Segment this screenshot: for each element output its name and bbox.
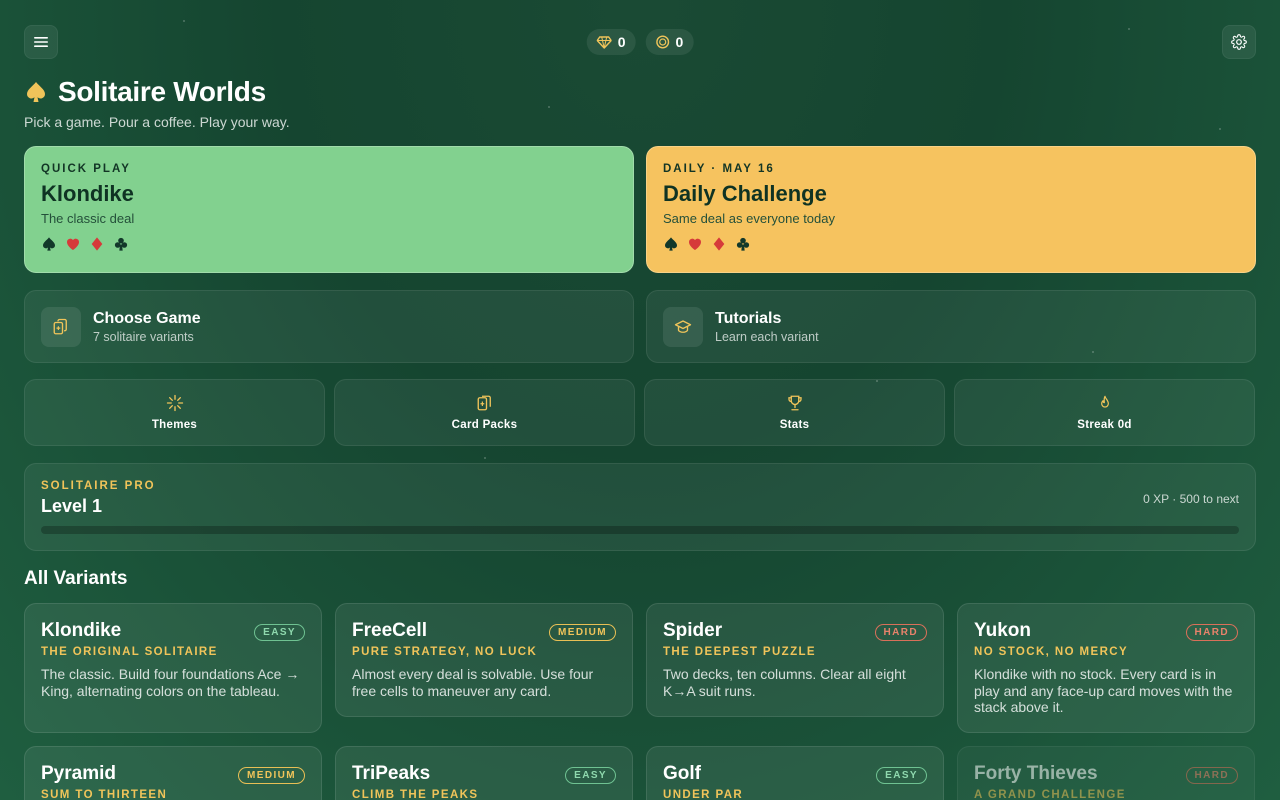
- sparkle-icon: [166, 394, 183, 412]
- cards-icon: [53, 318, 67, 334]
- daily-subtitle: Same deal as everyone today: [663, 211, 835, 226]
- variant-card-tripeaks[interactable]: TriPeaks CLIMB THE PEAKS EASY: [335, 746, 633, 800]
- suit-row: [663, 236, 1239, 252]
- difficulty-badge: HARD: [1185, 624, 1238, 641]
- xp-text: 0 XP · 500 to next: [1143, 492, 1239, 506]
- settings-button[interactable]: [1222, 25, 1256, 59]
- streak-label: Streak 0d: [1077, 419, 1132, 431]
- top-bar: 0 0: [24, 25, 1256, 59]
- gear-icon: [1231, 34, 1247, 50]
- tutorials-button[interactable]: Tutorials Learn each variant: [646, 290, 1256, 363]
- difficulty-badge: HARD: [1185, 767, 1238, 784]
- choose-game-subtitle: 7 solitaire variants: [93, 329, 194, 344]
- page-subtitle: Pick a game. Pour a coffee. Play your wa…: [24, 114, 290, 130]
- gems-counter[interactable]: 0: [586, 29, 636, 55]
- diamond-suit-icon: [91, 237, 103, 251]
- themes-label: Themes: [151, 419, 198, 431]
- diamond-icon: [596, 35, 612, 49]
- variant-tagline: NO STOCK, NO MERCY: [974, 646, 1129, 658]
- quick-play-card[interactable]: QUICK PLAY Klondike The classic deal: [24, 146, 634, 273]
- xp-progress-bar: [41, 526, 1239, 534]
- section-title-all-variants: All Variants: [24, 568, 128, 589]
- variant-card-klondike[interactable]: Klondike THE ORIGINAL SOLITAIRE The clas…: [24, 603, 322, 733]
- heart-icon: [67, 238, 79, 250]
- card-packs-icon: [477, 395, 491, 411]
- pro-level-card: SOLITAIRE PRO Level 1 0 XP · 500 to next: [24, 463, 1256, 551]
- suit-row: [41, 236, 617, 252]
- background-speck: [548, 106, 550, 108]
- club-icon: [736, 237, 750, 251]
- coin-icon: [655, 35, 670, 49]
- tutorials-icon-box: [663, 306, 703, 347]
- spade-icon: [27, 82, 45, 102]
- currency-group: 0 0: [586, 29, 694, 55]
- graduation-cap-icon: [674, 319, 692, 333]
- trophy-icon: [787, 395, 802, 411]
- stats-button[interactable]: Stats: [644, 379, 945, 446]
- tutorials-title: Tutorials: [715, 309, 782, 327]
- coins-counter[interactable]: 0: [645, 29, 694, 55]
- variant-card-spider[interactable]: Spider THE DEEPEST PUZZLE Two decks, ten…: [646, 603, 944, 717]
- page-header: Solitaire Worlds Pick a game. Pour a cof…: [24, 76, 290, 130]
- menu-button[interactable]: [24, 25, 58, 59]
- daily-title: Daily Challenge: [663, 181, 827, 206]
- card-packs-button[interactable]: Card Packs: [334, 379, 635, 446]
- quick-play-title: Klondike: [41, 181, 134, 206]
- choose-game-icon-box: [41, 306, 81, 347]
- diamond-suit-icon: [713, 237, 725, 251]
- variant-tagline: THE DEEPEST PUZZLE: [663, 646, 816, 658]
- hamburger-menu-icon: [34, 37, 48, 47]
- choose-game-title: Choose Game: [93, 309, 201, 327]
- stats-label: Stats: [779, 419, 810, 431]
- quick-play-subtitle: The classic deal: [41, 211, 135, 226]
- background-speck: [183, 20, 185, 22]
- coins-count: 0: [675, 34, 684, 50]
- variant-tagline: UNDER PAR: [663, 789, 744, 800]
- daily-challenge-card[interactable]: DAILY · MAY 16 Daily Challenge Same deal…: [646, 146, 1256, 273]
- difficulty-badge: EASY: [254, 624, 305, 641]
- variant-description: Almost every deal is solvable. Use four …: [352, 666, 594, 699]
- card-packs-label: Card Packs: [451, 419, 518, 431]
- pro-level: Level 1: [41, 496, 103, 516]
- choose-game-button[interactable]: Choose Game 7 solitaire variants: [24, 290, 634, 363]
- difficulty-badge: EASY: [876, 767, 927, 784]
- variant-tagline: PURE STRATEGY, NO LUCK: [352, 646, 538, 658]
- variant-tagline: SUM TO THIRTEEN: [41, 789, 168, 800]
- flame-icon: [1100, 395, 1109, 408]
- variant-tagline: A GRAND CHALLENGE: [974, 789, 1126, 800]
- themes-button[interactable]: Themes: [24, 379, 325, 446]
- background-speck: [1219, 128, 1221, 130]
- pro-kicker: SOLITAIRE PRO: [41, 480, 156, 492]
- club-icon: [114, 237, 128, 251]
- heart-icon: [689, 238, 701, 250]
- variant-card-pyramid[interactable]: Pyramid SUM TO THIRTEEN MEDIUM: [24, 746, 322, 800]
- difficulty-badge: MEDIUM: [549, 624, 616, 641]
- difficulty-badge: HARD: [874, 624, 927, 641]
- variant-description: The classic. Build four foundations Ace …: [41, 666, 300, 699]
- difficulty-badge: EASY: [565, 767, 616, 784]
- tutorials-subtitle: Learn each variant: [715, 329, 819, 344]
- variant-description: Two decks, ten columns. Clear all eight …: [663, 666, 906, 699]
- streak-button[interactable]: Streak 0d: [954, 379, 1255, 446]
- variant-card-golf[interactable]: Golf UNDER PAR EASY: [646, 746, 944, 800]
- difficulty-badge: MEDIUM: [238, 767, 305, 784]
- page-title: Solitaire Worlds: [58, 76, 266, 107]
- daily-kicker: DAILY · MAY 16: [663, 163, 775, 175]
- variant-card-yukon[interactable]: Yukon NO STOCK, NO MERCY Klondike with n…: [957, 603, 1255, 733]
- quick-play-kicker: QUICK PLAY: [41, 163, 131, 175]
- background-speck: [484, 457, 486, 459]
- variant-tagline: THE ORIGINAL SOLITAIRE: [41, 646, 218, 658]
- variant-card-forty-thieves[interactable]: Forty Thieves A GRAND CHALLENGE HARD: [957, 746, 1255, 800]
- variant-card-freecell[interactable]: FreeCell PURE STRATEGY, NO LUCK Almost e…: [335, 603, 633, 717]
- spade-icon: [665, 237, 677, 251]
- gems-count: 0: [617, 34, 626, 50]
- variant-description: Klondike with no stock. Every card is in…: [974, 666, 1233, 715]
- variant-tagline: CLIMB THE PEAKS: [352, 789, 479, 800]
- spade-icon: [43, 237, 55, 251]
